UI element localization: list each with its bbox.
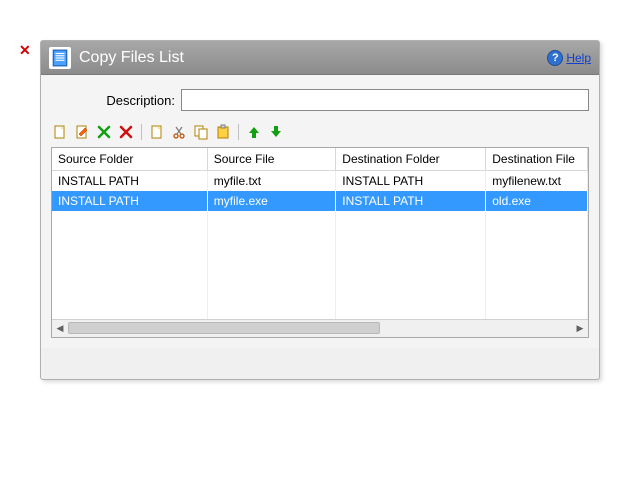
table-cell[interactable]: INSTALL PATH <box>336 171 486 192</box>
scroll-track[interactable] <box>68 320 572 337</box>
titlebar: Copy Files List ? Help <box>41 41 599 75</box>
close-icon[interactable]: ✕ <box>19 42 31 59</box>
table-row-empty <box>52 211 588 229</box>
table-cell[interactable]: INSTALL PATH <box>52 191 207 211</box>
col-source-file[interactable]: Source File <box>207 148 336 171</box>
table-cell-empty <box>336 301 486 319</box>
table-cell[interactable]: myfile.txt <box>207 171 336 192</box>
description-input[interactable] <box>181 89 589 111</box>
scroll-thumb[interactable] <box>68 322 380 334</box>
help-icon[interactable]: ? <box>547 50 563 66</box>
table-cell[interactable]: old.exe <box>486 191 588 211</box>
move-down-button[interactable] <box>267 123 285 141</box>
table-cell-empty <box>52 301 207 319</box>
table-cell[interactable]: INSTALL PATH <box>52 171 207 192</box>
toolbar <box>51 121 589 147</box>
description-label: Description: <box>51 93 181 108</box>
scroll-left-icon[interactable]: ◀ <box>52 320 68 337</box>
table-cell-empty <box>486 247 588 265</box>
table-cell-empty <box>336 283 486 301</box>
edit-button[interactable] <box>73 123 91 141</box>
table-cell-empty <box>336 265 486 283</box>
table-cell-empty <box>207 265 336 283</box>
duplicate-button[interactable] <box>192 123 210 141</box>
table-cell-empty <box>52 283 207 301</box>
dialog-window: Copy Files List ? Help Description: <box>40 40 600 380</box>
scroll-right-icon[interactable]: ▶ <box>572 320 588 337</box>
table-row[interactable]: INSTALL PATHmyfile.exeINSTALL PATHold.ex… <box>52 191 588 211</box>
table-row[interactable]: INSTALL PATHmyfile.txtINSTALL PATHmyfile… <box>52 171 588 192</box>
paste-button[interactable] <box>214 123 232 141</box>
copy-button[interactable] <box>148 123 166 141</box>
help-link[interactable]: Help <box>566 51 591 65</box>
table-cell-empty <box>52 247 207 265</box>
table-cell-empty <box>207 211 336 229</box>
col-source-folder[interactable]: Source Folder <box>52 148 207 171</box>
table-cell-empty <box>486 265 588 283</box>
table-cell[interactable]: INSTALL PATH <box>336 191 486 211</box>
table-row-empty <box>52 283 588 301</box>
separator <box>141 124 142 140</box>
table-cell[interactable]: myfile.exe <box>207 191 336 211</box>
data-grid[interactable]: Source Folder Source File Destination Fo… <box>51 147 589 338</box>
table-cell-empty <box>336 211 486 229</box>
table-row-empty <box>52 265 588 283</box>
table-cell-empty <box>207 247 336 265</box>
table-cell[interactable]: myfilenew.txt <box>486 171 588 192</box>
body-panel: Description: <box>41 75 599 348</box>
table-cell-empty <box>52 265 207 283</box>
separator <box>238 124 239 140</box>
table-cell-empty <box>486 301 588 319</box>
cut-button[interactable] <box>170 123 188 141</box>
window-title: Copy Files List <box>79 49 184 67</box>
table-cell-empty <box>52 211 207 229</box>
table-cell-empty <box>52 229 207 247</box>
col-destination-file[interactable]: Destination File <box>486 148 588 171</box>
table-row-empty <box>52 229 588 247</box>
new-button[interactable] <box>51 123 69 141</box>
move-up-button[interactable] <box>245 123 263 141</box>
table-cell-empty <box>486 211 588 229</box>
table-cell-empty <box>207 301 336 319</box>
table-cell-empty <box>336 229 486 247</box>
table-cell-empty <box>486 229 588 247</box>
table-cell-empty <box>336 247 486 265</box>
description-row: Description: <box>51 89 589 111</box>
table-row-empty <box>52 301 588 319</box>
table-cell-empty <box>207 283 336 301</box>
col-destination-folder[interactable]: Destination Folder <box>336 148 486 171</box>
delete-all-button[interactable] <box>117 123 135 141</box>
horizontal-scrollbar[interactable]: ◀ ▶ <box>52 319 588 337</box>
table-cell-empty <box>207 229 336 247</box>
document-icon <box>49 47 71 69</box>
delete-button[interactable] <box>95 123 113 141</box>
table-row-empty <box>52 247 588 265</box>
table-header-row: Source Folder Source File Destination Fo… <box>52 148 588 171</box>
table-cell-empty <box>486 283 588 301</box>
